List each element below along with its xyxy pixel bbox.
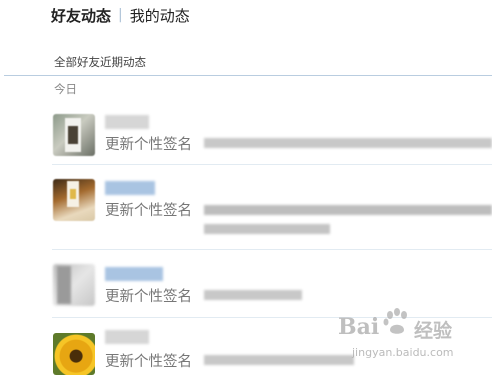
avatar[interactable] [53,264,95,306]
friend-name-redacted[interactable] [105,267,163,281]
signature-content-redacted [204,205,492,215]
action-update-signature: 更新个性签名 [105,137,192,153]
tab-separator: | [118,7,123,23]
friend-name-redacted[interactable] [105,181,155,195]
baidu-jingyan-watermark: Bai 经验 jingyan.baidu.com [338,300,468,370]
signature-content-redacted [204,138,492,148]
row-divider [52,164,492,165]
friend-name-redacted[interactable] [105,115,149,129]
tab-friends-activity[interactable]: 好友动态 [51,5,111,26]
avatar[interactable] [53,333,95,375]
action-update-signature: 更新个性签名 [105,203,192,219]
watermark-url: jingyan.baidu.com [352,346,454,359]
signature-content-redacted [204,290,302,300]
row-divider [52,249,492,250]
avatar[interactable] [53,179,95,221]
action-update-signature: 更新个性签名 [105,289,192,305]
section-today-label: 今日 [54,82,77,96]
feed-tabs: 好友动态 | 我的动态 [51,3,190,27]
signature-content-redacted [204,355,354,365]
paw-icon [383,308,407,334]
watermark-brand: Bai [338,314,380,340]
tab-my-activity[interactable]: 我的动态 [130,5,190,26]
all-friends-recent-activity-label[interactable]: 全部好友近期动态 [54,54,146,70]
header-divider [4,75,492,76]
signature-content-redacted [204,224,330,234]
action-update-signature: 更新个性签名 [105,354,192,370]
watermark-brand-tail: 经验 [414,320,453,342]
avatar[interactable] [53,114,95,156]
friend-name-redacted[interactable] [105,330,149,344]
